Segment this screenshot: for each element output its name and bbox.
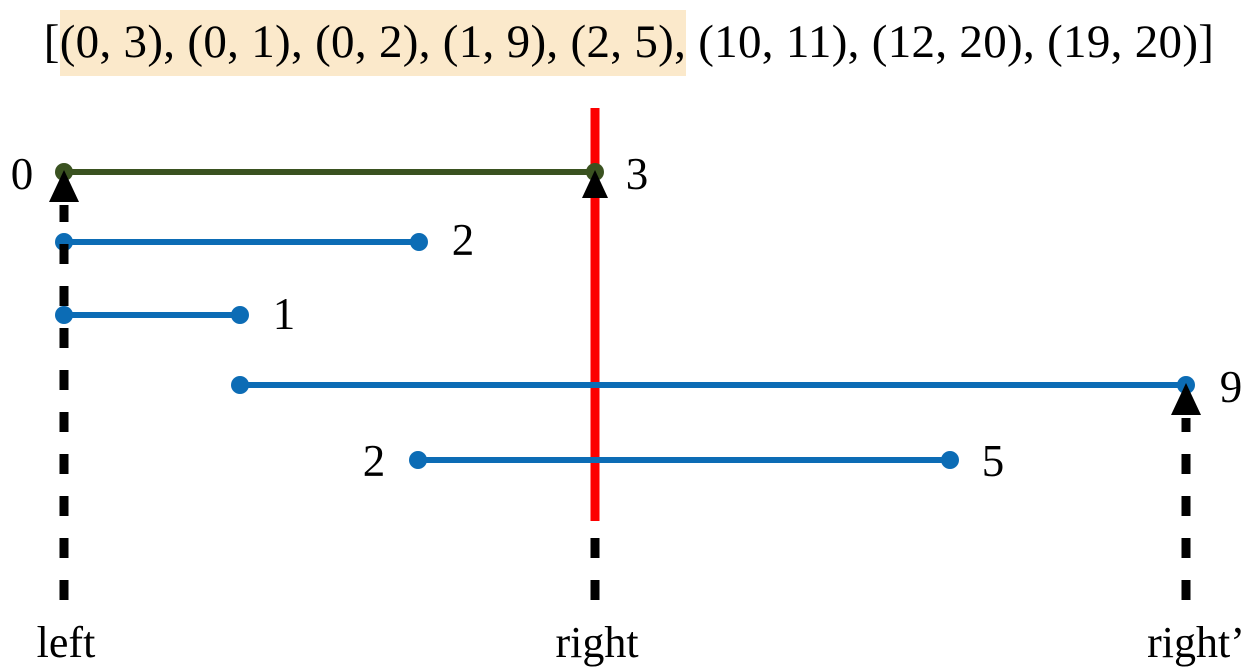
label-interval-2-5-end: 5	[982, 436, 1005, 486]
interval-diagram-svg: 0 3 2 1 9 2 5 left right right’	[11, 108, 1245, 667]
interval-endpoint-end-2-5	[941, 451, 959, 469]
label-interval-0-3-start: 0	[11, 149, 34, 199]
label-interval-1-9-end: 9	[1220, 362, 1243, 412]
interval-endpoint-end-0-1	[231, 306, 249, 324]
label-interval-0-2-end: 2	[452, 215, 475, 265]
marker-label-right: right	[555, 618, 638, 667]
diagram-canvas: [(0, 3), (0, 1), (0, 2), (1, 9), (2, 5),…	[0, 0, 1258, 669]
marker-label-right-prime: right’	[1147, 618, 1245, 667]
interval-endpoint-start-2-5	[409, 451, 427, 469]
label-interval-0-3-end: 3	[626, 149, 649, 199]
interval-endpoint-end-0-2	[410, 233, 428, 251]
label-interval-0-1-end: 1	[273, 289, 296, 339]
interval-endpoint-start-1-9	[231, 376, 249, 394]
interval-endpoint-start-0-1	[55, 306, 73, 324]
label-interval-2-5-start: 2	[363, 436, 386, 486]
marker-label-left: left	[37, 618, 96, 667]
